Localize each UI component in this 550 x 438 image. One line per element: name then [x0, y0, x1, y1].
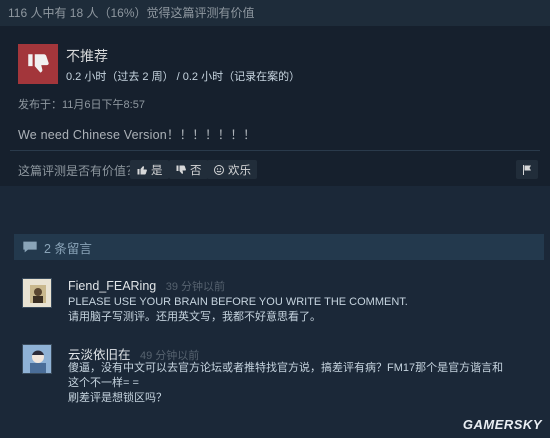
speech-bubble-icon: [23, 241, 37, 253]
vote-yes-label: 是: [151, 164, 163, 177]
review-verdict: 不推荐: [66, 48, 108, 64]
gamersky-watermark: GAMERSKY: [462, 417, 542, 432]
vote-funny-button[interactable]: 欢乐: [207, 160, 257, 179]
comments-header[interactable]: 2 条留言: [14, 234, 544, 260]
thumbs-down-icon: [176, 165, 186, 174]
vote-row: 这篇评测是否有价值？ 是 否 欢乐: [18, 160, 538, 180]
thumbs-down-icon: [28, 54, 49, 73]
comment-line: PLEASE USE YOUR BRAIN BEFORE YOU WRITE T…: [68, 296, 408, 308]
divider: [10, 150, 540, 151]
comment-body: 傻逼，没有中文可以去官方论坛或者推特找官方说，搞差评有病？FM17那个是官方谐言…: [68, 361, 538, 406]
thumbs-up-icon: [137, 165, 147, 174]
comment-author[interactable]: Fiend_FEARing: [68, 279, 156, 293]
smiley-icon: [214, 164, 224, 175]
posted-date: 发布于：11月6日下午8:57: [18, 99, 145, 111]
comment-time: 39 分钟以前: [165, 281, 226, 293]
comment-line: 刷差评是想锁区吗？: [68, 392, 167, 404]
comment-body: PLEASE USE YOUR BRAIN BEFORE YOU WRITE T…: [68, 295, 538, 325]
report-button[interactable]: [516, 160, 538, 179]
playtime-hours: 0.2 小时（过去 2 周） / 0.2 小时（记录在案的）: [66, 71, 301, 83]
vote-funny-label: 欢乐: [228, 164, 251, 177]
vote-no-button[interactable]: 否: [169, 160, 208, 179]
comments-count: 2 条留言: [44, 241, 92, 256]
vote-no-label: 否: [190, 164, 202, 177]
comment-line: 这个不一样= =: [68, 377, 139, 389]
review-content: We need Chinese Version！！！！！！！: [18, 128, 256, 142]
avatar-image-icon: [23, 279, 51, 307]
comment-author[interactable]: 云淡依旧在: [68, 348, 131, 362]
review-header: 不推荐 0.2 小时（过去 2 周） / 0.2 小时（记录在案的）: [18, 44, 528, 84]
thumbs-down-badge: [18, 44, 58, 84]
comment-line: 傻逼，没有中文可以去官方论坛或者推特找官方说，搞差评有病？FM17那个是官方谐言…: [68, 362, 504, 374]
flag-icon: [523, 164, 531, 175]
avatar[interactable]: [22, 278, 52, 308]
comment-line: 请用脑子写测评。还用英文写，我都不好意思看了。: [68, 311, 321, 323]
avatar[interactable]: [22, 344, 52, 374]
avatar-image-icon: [23, 345, 51, 373]
vote-yes-button[interactable]: 是: [130, 160, 169, 179]
review-card: 116 人中有 18 人（16%）觉得这篇评测有价值 不推荐 0.2 小时（过去…: [0, 0, 550, 186]
vote-question: 这篇评测是否有价值？: [18, 164, 139, 178]
helpful-summary: 116 人中有 18 人（16%）觉得这篇评测有价值: [0, 0, 550, 26]
